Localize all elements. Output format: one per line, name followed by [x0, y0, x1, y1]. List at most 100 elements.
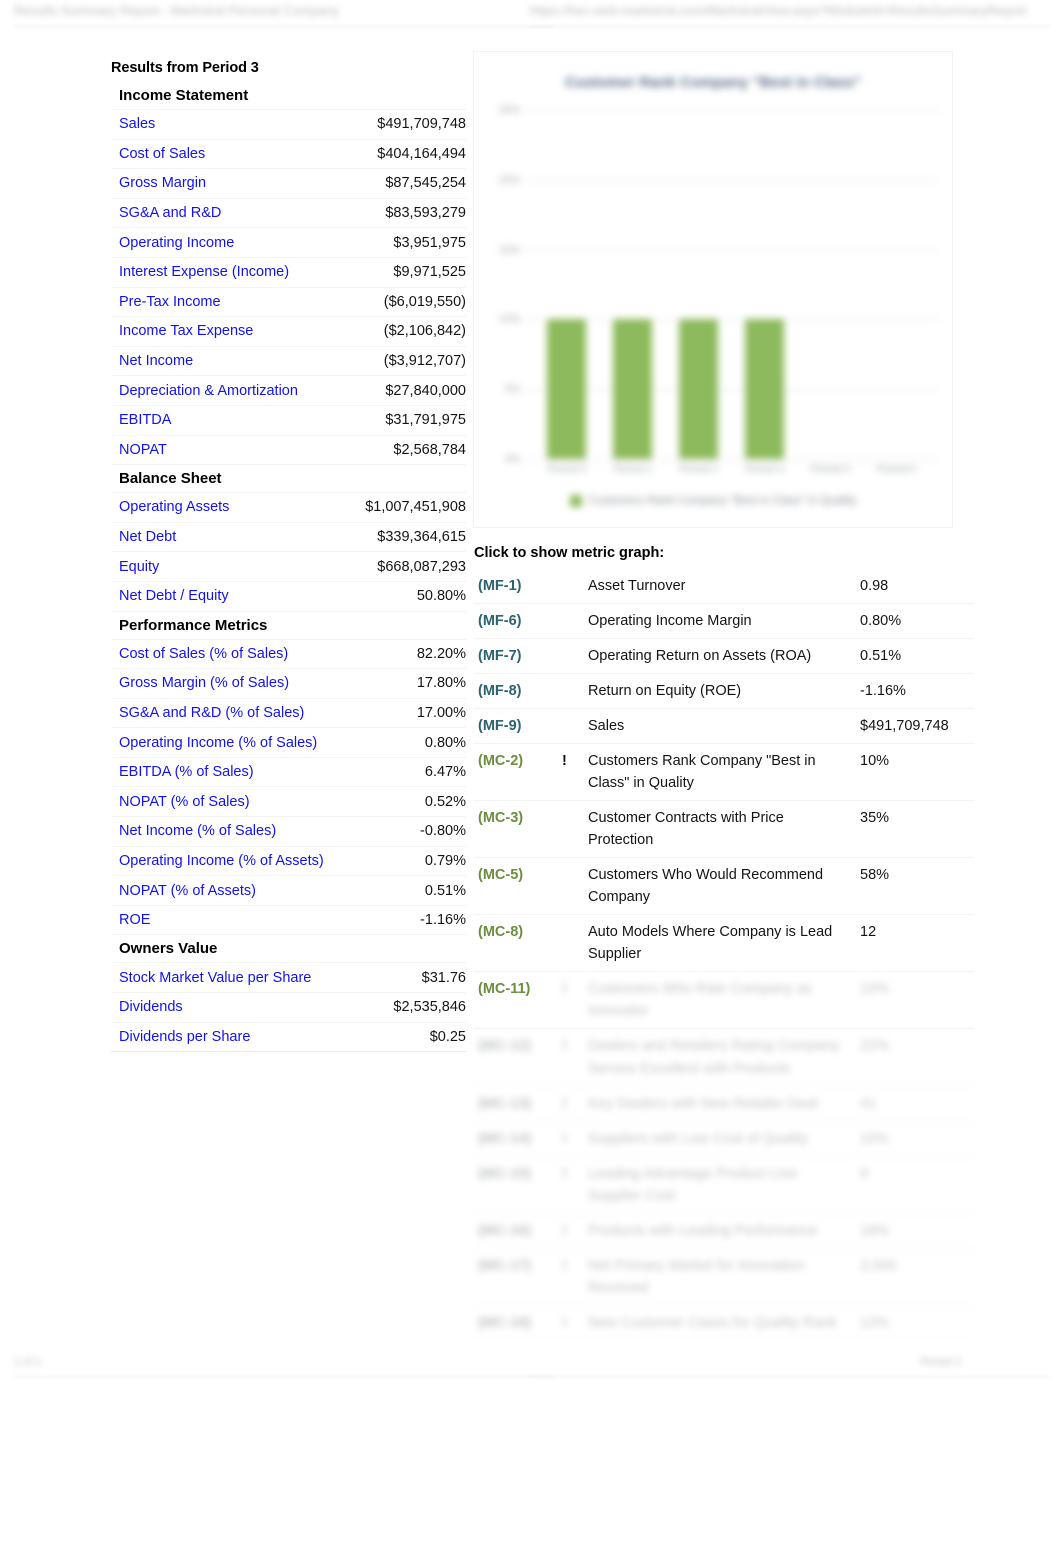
metric-graph-panel[interactable]: Customer Rank Company "Best in Class" 25…: [474, 52, 952, 527]
metric-code[interactable]: (MC-8): [474, 921, 562, 943]
metric-row[interactable]: (MC-8) Auto Models Where Company is Lead …: [474, 915, 974, 973]
financial-row[interactable]: EBITDA (% of Sales) 6.47%: [111, 758, 466, 788]
metric-code[interactable]: (MC-18): [474, 1312, 562, 1334]
metric-row[interactable]: (MC-18)! New Customer Cases for Quality R…: [474, 1306, 974, 1341]
financial-row[interactable]: Operating Income $3,951,975: [111, 228, 466, 258]
financial-row-label[interactable]: Interest Expense (Income): [119, 264, 289, 280]
chart-bar: [613, 319, 653, 459]
financial-row-label[interactable]: EBITDA: [119, 412, 171, 428]
metric-code[interactable]: (MF-6): [474, 610, 562, 632]
financial-row-label[interactable]: Operating Assets: [119, 499, 229, 515]
financial-row-label[interactable]: Sales: [119, 116, 155, 132]
financial-row-label[interactable]: Operating Income: [119, 235, 234, 251]
financial-row-label[interactable]: SG&A and R&D: [119, 205, 221, 221]
financial-row-label[interactable]: Net Income: [119, 353, 193, 369]
financial-row[interactable]: Interest Expense (Income) $9,971,525: [111, 258, 466, 288]
metric-row[interactable]: (MC-13)! Key Dealers with New Retailer De…: [474, 1087, 974, 1122]
financial-row[interactable]: NOPAT (% of Assets) 0.51%: [111, 876, 466, 906]
metric-code[interactable]: (MF-1): [474, 575, 562, 597]
financial-row-label[interactable]: Cost of Sales (% of Sales): [119, 646, 288, 662]
metric-row[interactable]: (MC-12)! Dealers and Retailers Rating Com…: [474, 1029, 974, 1087]
financial-row[interactable]: Net Debt / Equity 50.80%: [111, 582, 466, 612]
financial-row-label[interactable]: EBITDA (% of Sales): [119, 764, 254, 780]
financial-row[interactable]: Gross Margin $87,545,254: [111, 169, 466, 199]
metric-code[interactable]: (MC-13): [474, 1093, 562, 1115]
financial-row[interactable]: Pre-Tax Income ($6,019,550): [111, 288, 466, 318]
metric-alert-icon: !: [562, 1130, 567, 1147]
financial-row[interactable]: Sales $491,709,748: [111, 110, 466, 140]
financial-row-label[interactable]: Depreciation & Amortization: [119, 383, 298, 399]
financial-row[interactable]: ROE -1.16%: [111, 906, 466, 936]
metric-code[interactable]: (MC-5): [474, 864, 562, 886]
financial-row[interactable]: Cost of Sales $404,164,494: [111, 140, 466, 170]
financial-row[interactable]: Cost of Sales (% of Sales) 82.20%: [111, 640, 466, 670]
metric-code[interactable]: (MF-7): [474, 645, 562, 667]
financial-row[interactable]: Net Debt $339,364,615: [111, 523, 466, 553]
financial-row[interactable]: Equity $668,087,293: [111, 552, 466, 582]
financial-row[interactable]: Operating Income (% of Sales) 0.80%: [111, 728, 466, 758]
financial-row[interactable]: Operating Assets $1,007,451,908: [111, 493, 466, 523]
metric-code[interactable]: (MC-15): [474, 1163, 562, 1185]
metric-row[interactable]: (MC-14)! Suppliers with Low Cost of Quali…: [474, 1122, 974, 1157]
financial-row-label[interactable]: Gross Margin: [119, 175, 206, 191]
financial-row-label[interactable]: Net Income (% of Sales): [119, 823, 276, 839]
metric-row[interactable]: (MC-15)! Leading Advantage Product Line S…: [474, 1157, 974, 1214]
metric-code[interactable]: (MC-2): [474, 750, 562, 772]
metric-row[interactable]: (MF-9) Sales $491,709,748: [474, 709, 974, 745]
financial-row-label[interactable]: Gross Margin (% of Sales): [119, 675, 289, 691]
financial-row[interactable]: SG&A and R&D $83,593,279: [111, 199, 466, 229]
financial-row-label[interactable]: Cost of Sales: [119, 146, 205, 162]
financial-row[interactable]: Dividends per Share $0.25: [111, 1023, 466, 1053]
financial-row[interactable]: Operating Income (% of Assets) 0.79%: [111, 847, 466, 877]
financial-row-label[interactable]: Equity: [119, 559, 159, 575]
metric-row[interactable]: (MC-16)! Products with Leading Performanc…: [474, 1214, 974, 1249]
financial-row[interactable]: NOPAT $2,568,784: [111, 436, 466, 466]
metric-code[interactable]: (MC-11): [474, 978, 562, 1000]
metric-row[interactable]: (MF-1) Asset Turnover 0.98: [474, 569, 974, 605]
metric-code[interactable]: (MC-3): [474, 807, 562, 829]
financial-row-label[interactable]: ROE: [119, 912, 150, 928]
financial-row-value: 50.80%: [416, 588, 466, 605]
financial-row-label[interactable]: SG&A and R&D (% of Sales): [119, 705, 304, 721]
financial-row[interactable]: Stock Market Value per Share $31.76: [111, 963, 466, 994]
financial-row[interactable]: EBITDA $31,791,975: [111, 406, 466, 436]
financial-row-label[interactable]: Stock Market Value per Share: [119, 970, 311, 986]
financial-row-label[interactable]: Net Debt: [119, 529, 176, 545]
metric-row[interactable]: (MC-11)! Customers Who Rate Company as In…: [474, 972, 974, 1030]
financial-row-label[interactable]: Operating Income (% of Sales): [119, 735, 317, 751]
metric-list-heading: Click to show metric graph:: [474, 545, 665, 561]
metric-alert-icon: !: [562, 1095, 567, 1112]
metric-code[interactable]: (MC-16): [474, 1220, 562, 1242]
financial-row-label[interactable]: Pre-Tax Income: [119, 294, 221, 310]
financial-row[interactable]: Income Tax Expense ($2,106,842): [111, 317, 466, 347]
financial-row[interactable]: Gross Margin (% of Sales) 17.80%: [111, 669, 466, 699]
financial-row[interactable]: SG&A and R&D (% of Sales) 17.00%: [111, 699, 466, 729]
financial-row-label[interactable]: NOPAT: [119, 442, 167, 458]
metric-row[interactable]: (MF-6) Operating Income Margin 0.80%: [474, 604, 974, 640]
metric-code[interactable]: (MC-14): [474, 1128, 562, 1150]
metric-code[interactable]: (MC-12): [474, 1035, 562, 1057]
metric-row[interactable]: (MC-2)! Customers Rank Company "Best in C…: [474, 744, 974, 802]
financial-row[interactable]: NOPAT (% of Sales) 0.52%: [111, 787, 466, 818]
metric-code[interactable]: (MF-9): [474, 715, 562, 737]
financial-row-label[interactable]: NOPAT (% of Assets): [119, 883, 256, 899]
financial-row[interactable]: Net Income (% of Sales) -0.80%: [111, 817, 466, 847]
metric-row[interactable]: (MC-17)! Net Primary Market for Innovatio…: [474, 1249, 974, 1306]
metric-row[interactable]: (MC-5) Customers Who Would Recommend Comp…: [474, 858, 974, 916]
metric-code[interactable]: (MF-8): [474, 680, 562, 702]
financial-row[interactable]: Depreciation & Amortization $27,840,000: [111, 376, 466, 406]
metric-row[interactable]: (MF-8) Return on Equity (ROE) -1.16%: [474, 674, 974, 710]
metric-code[interactable]: (MC-17): [474, 1255, 562, 1277]
metric-row[interactable]: (MF-7) Operating Return on Assets (ROA) 0.…: [474, 639, 974, 675]
financial-row-label[interactable]: Income Tax Expense: [119, 323, 253, 339]
financial-row-label[interactable]: Dividends: [119, 999, 183, 1015]
metric-name: Asset Turnover: [588, 578, 686, 594]
financial-row[interactable]: Net Income ($3,912,707): [111, 347, 466, 377]
financial-row[interactable]: Dividends $2,535,846: [111, 993, 466, 1023]
financial-row-label[interactable]: Operating Income (% of Assets): [119, 853, 324, 869]
metric-row[interactable]: (MC-3) Customer Contracts with Price Prot…: [474, 801, 974, 859]
financial-row-label[interactable]: Net Debt / Equity: [119, 588, 229, 604]
financial-row-label[interactable]: NOPAT (% of Sales): [119, 794, 250, 810]
financial-row-value: 0.52%: [424, 793, 466, 810]
financial-row-label[interactable]: Dividends per Share: [119, 1029, 250, 1045]
